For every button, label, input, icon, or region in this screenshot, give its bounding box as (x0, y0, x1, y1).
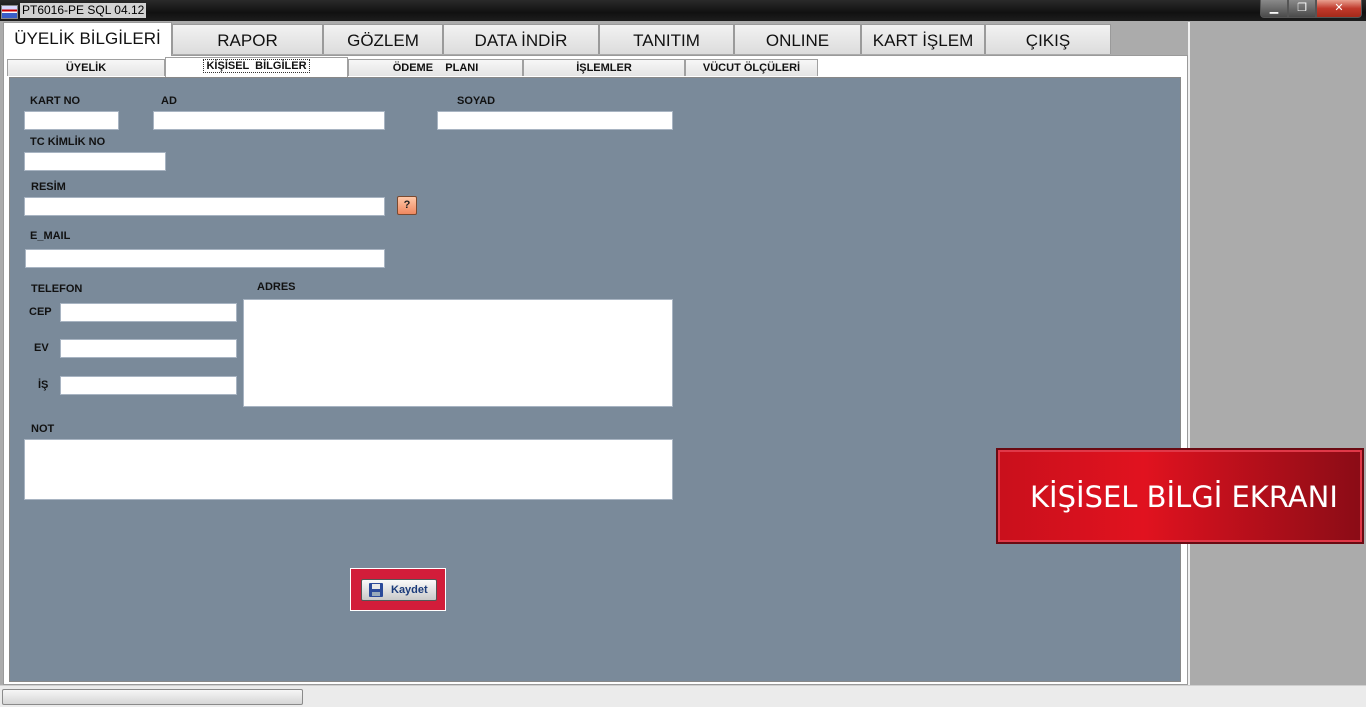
ev-input[interactable] (60, 339, 237, 358)
scrollbar-thumb[interactable] (2, 689, 303, 705)
adres-label: ADRES (257, 281, 296, 293)
tab-rapor[interactable]: RAPOR (172, 24, 323, 54)
subtab-vucut-olculeri[interactable]: VÜCUT ÖLÇÜLERİ (685, 59, 818, 76)
app-icon (1, 5, 18, 19)
subtab-odeme-plani[interactable]: ÖDEME PLANI (348, 59, 523, 76)
tab-data-indir[interactable]: DATA İNDİR (443, 24, 599, 54)
cep-input[interactable] (60, 303, 237, 322)
content-frame: ÜYELİK KİŞİSEL BİLGİLER ÖDEME PLANI İŞLE… (3, 55, 1188, 685)
tab-gozlem[interactable]: GÖZLEM (323, 24, 443, 54)
subtab-uyelik[interactable]: ÜYELİK (7, 59, 165, 76)
save-button-label: Kaydet (391, 584, 428, 596)
resim-help-button[interactable]: ? (397, 196, 417, 215)
tab-online[interactable]: ONLINE (734, 24, 861, 54)
tab-tanitim[interactable]: TANITIM (599, 24, 734, 54)
soyad-input[interactable] (437, 111, 673, 130)
save-button[interactable]: Kaydet (361, 579, 437, 601)
save-button-frame: Kaydet (350, 568, 446, 611)
email-label: E_MAIL (30, 230, 71, 242)
floppy-disk-icon (369, 583, 383, 597)
kart-no-label: KART NO (30, 95, 81, 107)
kart-no-input[interactable] (24, 111, 119, 130)
window-controls: ▁ ❐ ✕ (1260, 0, 1362, 18)
telefon-label: TELEFON (31, 283, 83, 295)
close-button[interactable]: ✕ (1316, 0, 1362, 18)
subtab-islemler[interactable]: İŞLEMLER (523, 59, 685, 76)
not-label: NOT (31, 423, 55, 435)
tc-kimlik-label: TC KİMLİK NO (30, 136, 106, 148)
tab-kart-islem[interactable]: KART İŞLEM (861, 24, 985, 54)
ad-input[interactable] (153, 111, 385, 130)
tc-kimlik-input[interactable] (24, 152, 166, 171)
not-textarea[interactable] (24, 439, 673, 500)
subtab-kisisel-bilgiler[interactable]: KİŞİSEL BİLGİLER (165, 57, 348, 77)
ev-label: EV (34, 342, 49, 354)
email-input[interactable] (25, 249, 385, 268)
soyad-label: SOYAD (457, 95, 496, 107)
side-area (1188, 22, 1366, 685)
screen-title-banner: KİŞİSEL BİLGİ EKRANI (996, 448, 1364, 544)
adres-textarea[interactable] (243, 299, 673, 407)
subtab-kisisel-bilgiler-label: KİŞİSEL BİLGİLER (203, 59, 310, 73)
maximize-button[interactable]: ❐ (1288, 0, 1316, 18)
resim-label: RESİM (31, 181, 66, 193)
window-title: PT6016-PE SQL 04.12 (20, 3, 147, 18)
is-input[interactable] (60, 376, 237, 395)
is-label: İŞ (38, 379, 49, 391)
resim-input[interactable] (24, 197, 385, 216)
tab-cikis[interactable]: ÇIKIŞ (985, 24, 1111, 54)
horizontal-scrollbar[interactable] (0, 685, 1366, 707)
window-title-bar: PT6016-PE SQL 04.12 ▁ ❐ ✕ (0, 0, 1366, 21)
cep-label: CEP (29, 306, 52, 318)
personal-info-panel: KART NO AD SOYAD TC KİMLİK NO RESİM ? E_… (9, 77, 1181, 682)
tab-uyelik-bilgileri[interactable]: ÜYELİK BİLGİLERİ (3, 22, 172, 56)
main-tab-bar: ÜYELİK BİLGİLERİ RAPOR GÖZLEM DATA İNDİR… (0, 22, 1188, 56)
ad-label: AD (161, 95, 177, 107)
minimize-button[interactable]: ▁ (1260, 0, 1288, 18)
